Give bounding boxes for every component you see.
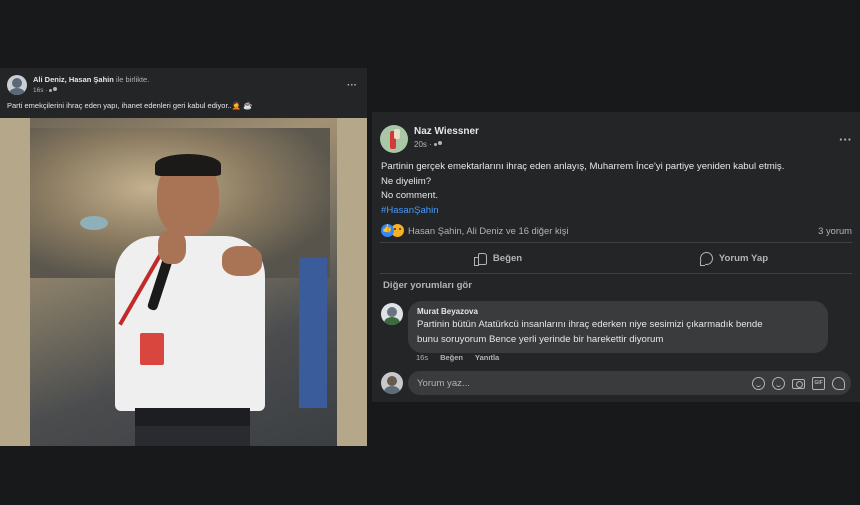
commenter-name[interactable]: Murat Beyazova bbox=[417, 307, 819, 317]
comment-bubble-icon bbox=[699, 251, 713, 266]
comment-actions: 16s Beğen Yanıtla bbox=[416, 353, 499, 363]
left-post-meta: Ali Deniz, Hasan Şahin ile birlikte. 16s… bbox=[33, 74, 149, 96]
thumbs-up-icon bbox=[473, 252, 487, 266]
comment-like-link[interactable]: Beğen bbox=[440, 353, 463, 363]
like-button[interactable]: Beğen bbox=[380, 247, 616, 269]
reactions-bar: Hasan Şahin, Ali Deniz ve 16 diğer kişi … bbox=[381, 223, 852, 237]
reactions-names[interactable]: Hasan Şahin, Ali Deniz ve 16 diğer kişi bbox=[408, 225, 569, 236]
comment-bubble: Murat Beyazova Partinin bütün Atatürkcü … bbox=[408, 301, 828, 353]
comment-text: Partinin bütün Atatürkcü insanlarını ihr… bbox=[417, 318, 819, 347]
with-text: ile birlikte. bbox=[115, 75, 150, 84]
divider bbox=[380, 242, 852, 243]
right-post-header: Naz Wiessner 20s · bbox=[380, 125, 852, 155]
post-menu-button[interactable]: ··· bbox=[347, 80, 357, 91]
author-names[interactable]: Ali Deniz, Hasan Şahin bbox=[33, 75, 114, 84]
post-text: Parti emekçilerini ihraç eden yapı, ihan… bbox=[7, 101, 253, 110]
post-menu-button[interactable]: ··· bbox=[839, 132, 852, 147]
like-reaction-icon[interactable] bbox=[381, 223, 394, 237]
current-user-avatar bbox=[381, 372, 403, 394]
write-comment-placeholder: Yorum yaz... bbox=[417, 377, 470, 389]
commenter-avatar[interactable] bbox=[381, 303, 403, 325]
avatar-sticker-icon[interactable] bbox=[752, 376, 765, 390]
hashtag-link[interactable]: #HasanŞahin bbox=[381, 204, 851, 219]
comment-time[interactable]: 16s bbox=[416, 353, 428, 363]
post-photo[interactable] bbox=[0, 118, 367, 446]
view-more-comments-link[interactable]: Diğer yorumları gör bbox=[383, 280, 472, 291]
friends-icon bbox=[434, 141, 443, 148]
post-line: No comment. bbox=[381, 190, 439, 201]
friends-icon bbox=[49, 86, 58, 94]
emoji-icon[interactable] bbox=[772, 376, 785, 390]
comment-line: bunu soruyorum Bence yerli yerinde bir h… bbox=[417, 333, 664, 345]
right-post: Naz Wiessner 20s · ··· Partinin gerçek e… bbox=[372, 112, 860, 402]
divider bbox=[380, 273, 852, 274]
right-post-meta: Naz Wiessner 20s · bbox=[414, 125, 479, 155]
post-time[interactable]: 20s · bbox=[414, 140, 432, 149]
camera-icon[interactable] bbox=[792, 378, 805, 389]
comment-label: Yorum Yap bbox=[718, 252, 769, 264]
post-body: Partinin gerçek emektarlarını ihraç eden… bbox=[381, 160, 851, 218]
composer-icons: GIF bbox=[752, 376, 845, 390]
write-comment-input[interactable]: Yorum yaz... GIF bbox=[408, 371, 851, 395]
post-actions: Beğen Yorum Yap bbox=[380, 247, 852, 269]
comment-reply-link[interactable]: Yanıtla bbox=[475, 353, 499, 363]
left-post: Ali Deniz, Hasan Şahin ile birlikte. 16s… bbox=[0, 68, 367, 446]
comment-button[interactable]: Yorum Yap bbox=[616, 247, 852, 269]
author-avatar[interactable] bbox=[7, 75, 27, 95]
left-post-header: Ali Deniz, Hasan Şahin ile birlikte. 16s… bbox=[7, 74, 359, 98]
post-line: Partinin gerçek emektarlarını ihraç eden… bbox=[381, 161, 785, 172]
author-avatar[interactable] bbox=[380, 125, 408, 153]
comment-count[interactable]: 3 yorum bbox=[818, 225, 852, 236]
comment-line: Partinin bütün Atatürkcü insanlarını ihr… bbox=[417, 319, 763, 330]
author-name[interactable]: Naz Wiessner bbox=[414, 125, 479, 139]
post-time[interactable]: 16s · bbox=[33, 87, 47, 94]
gif-icon[interactable]: GIF bbox=[812, 376, 825, 390]
post-line: Ne diyelim? bbox=[381, 175, 432, 187]
sticker-icon[interactable] bbox=[832, 376, 845, 390]
like-label: Beğen bbox=[492, 252, 523, 264]
